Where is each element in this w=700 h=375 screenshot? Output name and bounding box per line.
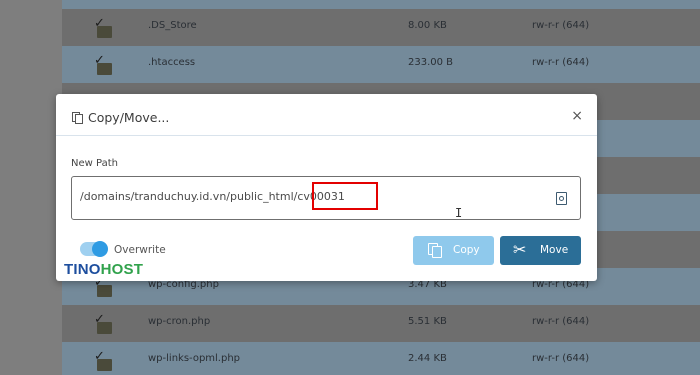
file-permissions: rw-r-r (644) xyxy=(532,20,590,31)
table-row[interactable]: ✓ wp-links-opml.php 2.44 KB rw-r-r (644) xyxy=(62,342,700,375)
new-path-label: New Path xyxy=(71,158,118,169)
file-size: 2.44 KB xyxy=(408,353,447,364)
file-icon: ✓ xyxy=(94,350,114,372)
table-row[interactable]: ✓ wp-cron.php 5.51 KB rw-r-r (644) xyxy=(62,305,700,342)
browse-folder-icon[interactable] xyxy=(556,192,567,205)
text-cursor-icon: I xyxy=(455,206,463,220)
copy-icon xyxy=(428,243,442,258)
new-path-field[interactable] xyxy=(71,176,581,220)
new-path-input[interactable] xyxy=(80,190,550,203)
table-row[interactable]: ✓ .DS_Store 8.00 KB rw-r-r (644) xyxy=(62,9,700,46)
file-icon: ✓ xyxy=(94,313,114,335)
scissors-icon: ✂ xyxy=(513,240,527,259)
dialog-header: Copy/Move... × xyxy=(56,94,597,136)
file-name[interactable]: .DS_Store xyxy=(148,20,197,31)
file-permissions: rw-r-r (644) xyxy=(532,57,590,68)
file-size: 8.00 KB xyxy=(408,20,447,31)
file-permissions: rw-r-r (644) xyxy=(532,316,590,327)
overwrite-label: Overwrite xyxy=(114,244,166,256)
sidebar xyxy=(0,0,62,375)
copy-move-dialog: Copy/Move... × New Path I Overwrite Copy… xyxy=(56,94,597,281)
move-button[interactable]: ✂ Move xyxy=(500,236,581,265)
file-name[interactable]: wp-links-opml.php xyxy=(148,353,240,364)
table-row[interactable]: ✓ .htaccess 233.00 B rw-r-r (644) xyxy=(62,46,700,83)
overwrite-toggle[interactable] xyxy=(80,241,108,257)
file-size: 5.51 KB xyxy=(408,316,447,327)
file-name[interactable]: .htaccess xyxy=(148,57,195,68)
file-icon: ✓ xyxy=(94,17,114,39)
tinohost-logo: TINOHOST xyxy=(64,261,144,278)
copy-icon xyxy=(72,112,83,124)
file-size: 233.00 B xyxy=(408,57,454,68)
copy-button[interactable]: Copy xyxy=(413,236,494,265)
copy-button-label: Copy xyxy=(453,244,480,256)
file-icon: ✓ xyxy=(94,54,114,76)
table-row[interactable] xyxy=(62,0,700,9)
move-button-label: Move xyxy=(540,244,569,256)
file-name[interactable]: wp-cron.php xyxy=(148,316,210,327)
close-icon[interactable]: × xyxy=(571,109,583,123)
file-permissions: rw-r-r (644) xyxy=(532,353,590,364)
dialog-title: Copy/Move... xyxy=(88,110,170,125)
